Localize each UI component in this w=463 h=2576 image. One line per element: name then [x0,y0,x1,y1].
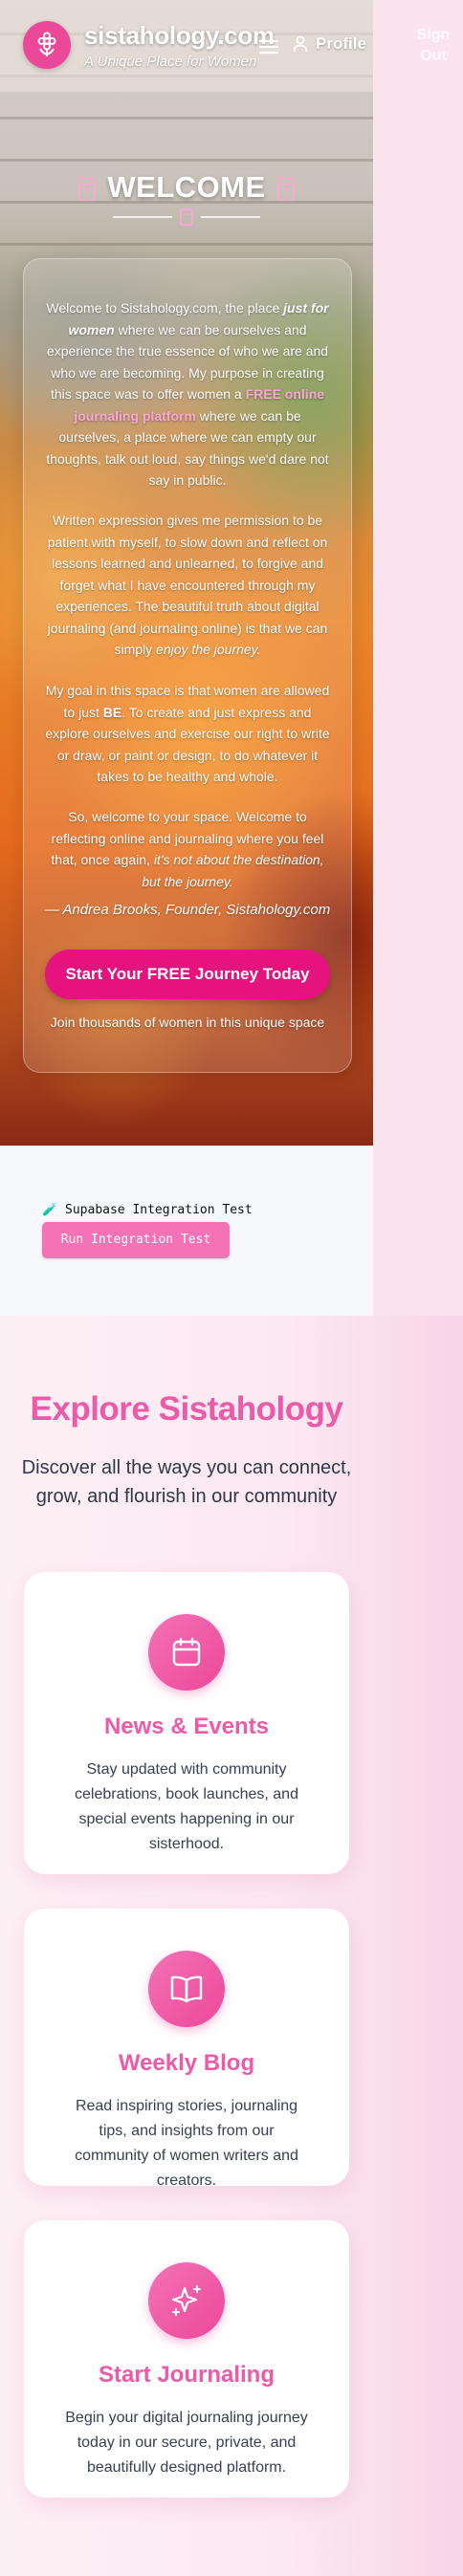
welcome-paragraph-1: Welcome to Sistahology.com, the place ju… [46,300,329,488]
integration-test-title: 🧪 Supabase Integration Test [42,1203,253,1217]
run-integration-test-button[interactable]: Run Integration Test [42,1222,230,1258]
hero-section: WELCOME Welcome to Sistahology.com, the … [0,0,373,1146]
flower-icon [37,32,56,56]
welcome-paragraph-2: Written expression gives me permission t… [47,513,328,657]
feature-card-news-events[interactable]: News & Events Stay updated with communit… [24,1572,349,1874]
site-header: sistahology.com A Unique Place for Women… [0,0,463,92]
feature-title: Start Journaling [98,2362,276,2388]
calendar-icon [172,1637,201,1667]
feature-title: Weekly Blog [118,2050,255,2076]
explore-subtitle: Discover all the ways you can connect, g… [21,1457,352,1507]
welcome-paragraph-3: My goal in this space is that women are … [45,683,330,784]
sign-out-button[interactable]: Sign Out [407,25,460,67]
explore-heading: Explore Sistahology [30,1390,343,1428]
profile-button[interactable]: Profile [293,34,366,54]
cta-subtext: Join thousands of women in this unique s… [50,1015,325,1030]
feature-icon-badge [148,1614,225,1691]
founder-signature: — Andrea Brooks, Founder, Sistahology.co… [44,902,331,918]
explore-section: Explore Sistahology Discover all the way… [0,1316,463,2576]
site-logo[interactable] [23,21,71,69]
sign-out-label-line1: Sign [416,27,451,43]
journal-icon [78,177,97,201]
feature-description: Begin your digital journaling journey to… [65,2410,308,2476]
brand-name[interactable]: sistahology.com [84,21,275,51]
profile-label: Profile [316,34,366,53]
welcome-title-text: WELCOME [107,170,266,204]
welcome-paragraph-4: So, welcome to your space. Welcome to re… [51,809,324,889]
start-journey-button[interactable]: Start Your FREE Journey Today [45,950,330,999]
sparkles-icon [171,2285,201,2316]
menu-icon[interactable] [258,36,279,57]
feature-card-weekly-blog[interactable]: Weekly Blog Read inspiring stories, jour… [24,1909,349,2189]
user-icon [293,35,308,53]
welcome-card: Welcome to Sistahology.com, the place ju… [23,258,352,1073]
background-plank-line [0,243,373,246]
background-plank-line [0,117,373,120]
background-plank-line [0,159,373,162]
brand-tagline: A Unique Place for Women [84,54,257,70]
heading-divider-left [113,216,172,218]
integration-test-section: 🧪 Supabase Integration Test Run Integrat… [0,1146,373,1316]
journal-icon [180,208,193,226]
heading-divider-right [201,216,260,218]
feature-icon-badge [148,2262,225,2339]
journal-icon [276,177,295,201]
feature-icon-badge [148,1951,225,2027]
welcome-heading: WELCOME [0,170,373,205]
feature-description: Stay updated with community celebrations… [75,1761,298,1852]
feature-card-start-journaling[interactable]: Start Journaling Begin your digital jour… [24,2220,349,2498]
feature-title: News & Events [103,1714,270,1739]
book-open-icon [170,1976,203,2003]
sign-out-label-line2: Out [420,48,447,64]
feature-description: Read inspiring stories, journaling tips,… [75,2098,298,2189]
